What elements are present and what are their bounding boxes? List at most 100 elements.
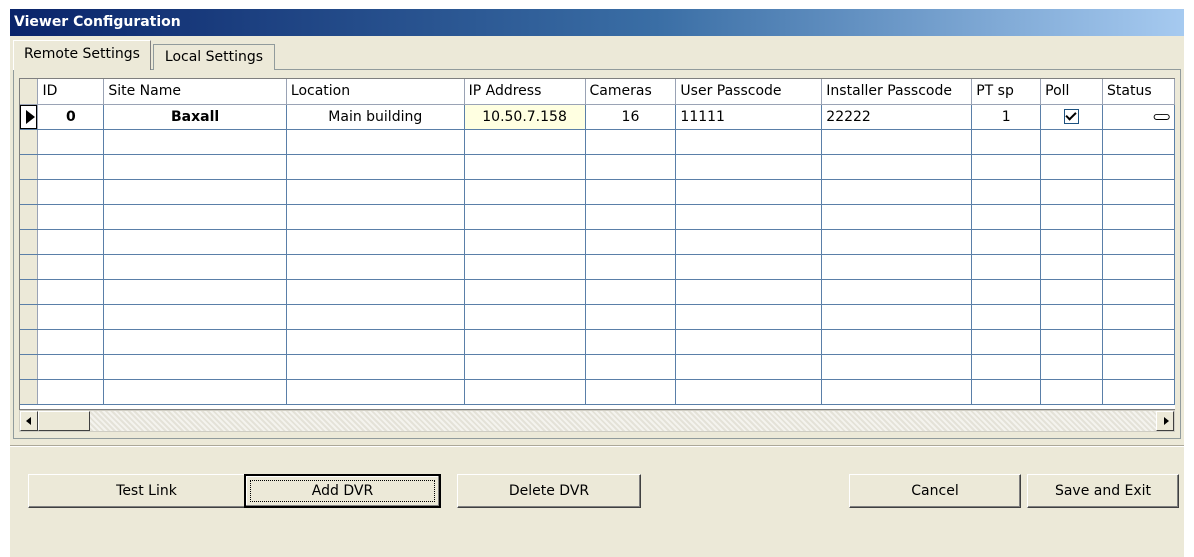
grid-cell[interactable] bbox=[971, 254, 1042, 280]
cell-user-passcode[interactable]: 11111 bbox=[675, 104, 823, 130]
table-row[interactable] bbox=[20, 329, 1175, 355]
cell-poll[interactable] bbox=[1040, 104, 1103, 130]
grid-cell[interactable] bbox=[821, 304, 973, 330]
grid-cell[interactable] bbox=[585, 379, 677, 405]
grid-cell[interactable] bbox=[1040, 129, 1103, 155]
cell-id[interactable]: 0 bbox=[37, 104, 105, 130]
grid-cell[interactable] bbox=[103, 329, 287, 355]
cell-site-name[interactable]: Baxall bbox=[103, 104, 287, 130]
scroll-thumb[interactable] bbox=[38, 411, 90, 431]
grid-cell[interactable] bbox=[971, 329, 1042, 355]
grid-cell[interactable] bbox=[821, 179, 973, 205]
grid-cell[interactable] bbox=[286, 254, 465, 280]
grid-cell[interactable] bbox=[585, 154, 677, 180]
row-selector[interactable] bbox=[20, 229, 39, 255]
table-row[interactable] bbox=[20, 204, 1175, 230]
row-selector[interactable] bbox=[20, 354, 39, 380]
grid-cell[interactable] bbox=[1040, 254, 1103, 280]
grid-cell[interactable] bbox=[286, 129, 465, 155]
table-row[interactable] bbox=[20, 304, 1175, 330]
grid-cell[interactable] bbox=[103, 379, 287, 405]
table-row[interactable] bbox=[20, 179, 1175, 205]
grid-cell[interactable] bbox=[675, 229, 823, 255]
grid-cell[interactable] bbox=[37, 204, 105, 230]
grid-cell[interactable] bbox=[464, 129, 586, 155]
header-poll[interactable]: Poll bbox=[1040, 79, 1103, 105]
grid-cell[interactable] bbox=[103, 129, 287, 155]
cell-ip-address[interactable]: 10.50.7.158 bbox=[464, 104, 586, 130]
cancel-button[interactable]: Cancel bbox=[849, 474, 1021, 508]
add-dvr-button[interactable]: Add DVR bbox=[244, 474, 441, 508]
grid-cell[interactable] bbox=[1040, 179, 1103, 205]
grid-cell[interactable] bbox=[464, 179, 586, 205]
grid-cell[interactable] bbox=[1040, 279, 1103, 305]
grid-cell[interactable] bbox=[37, 229, 105, 255]
grid-cell[interactable] bbox=[103, 304, 287, 330]
grid-cell[interactable] bbox=[675, 154, 823, 180]
grid-cell[interactable] bbox=[675, 179, 823, 205]
grid-cell[interactable] bbox=[103, 179, 287, 205]
grid-cell[interactable] bbox=[675, 304, 823, 330]
header-location[interactable]: Location bbox=[286, 79, 465, 105]
grid-cell[interactable] bbox=[821, 379, 973, 405]
row-selector[interactable] bbox=[20, 329, 39, 355]
header-id[interactable]: ID bbox=[37, 79, 105, 105]
grid-cell[interactable] bbox=[971, 304, 1042, 330]
grid-cell[interactable] bbox=[464, 204, 586, 230]
grid-cell[interactable] bbox=[464, 304, 586, 330]
header-status[interactable]: Status bbox=[1102, 79, 1175, 105]
grid-cell[interactable] bbox=[37, 179, 105, 205]
grid-cell[interactable] bbox=[1102, 379, 1175, 405]
header-user-passcode[interactable]: User Passcode bbox=[675, 79, 823, 105]
grid-cell[interactable] bbox=[585, 329, 677, 355]
grid-cell[interactable] bbox=[821, 354, 973, 380]
grid-cell[interactable] bbox=[675, 354, 823, 380]
row-selector[interactable] bbox=[20, 179, 39, 205]
row-selector[interactable] bbox=[20, 379, 39, 405]
grid-cell[interactable] bbox=[464, 354, 586, 380]
grid-cell[interactable] bbox=[103, 154, 287, 180]
row-selector[interactable] bbox=[20, 129, 39, 155]
grid-cell[interactable] bbox=[286, 304, 465, 330]
grid-cell[interactable] bbox=[1102, 329, 1175, 355]
grid-cell[interactable] bbox=[675, 204, 823, 230]
grid-cell[interactable] bbox=[37, 279, 105, 305]
grid-cell[interactable] bbox=[464, 279, 586, 305]
row-selector[interactable] bbox=[20, 204, 39, 230]
table-row[interactable] bbox=[20, 379, 1175, 405]
grid-cell[interactable] bbox=[1102, 229, 1175, 255]
grid-cell[interactable] bbox=[585, 354, 677, 380]
delete-dvr-button[interactable]: Delete DVR bbox=[457, 474, 641, 508]
table-row[interactable] bbox=[20, 229, 1175, 255]
cell-pt-sp[interactable]: 1 bbox=[971, 104, 1042, 130]
grid-cell[interactable] bbox=[971, 204, 1042, 230]
grid-cell[interactable] bbox=[821, 279, 973, 305]
grid-cell[interactable] bbox=[286, 154, 465, 180]
table-row[interactable] bbox=[20, 154, 1175, 180]
grid-cell[interactable] bbox=[821, 229, 973, 255]
grid-cell[interactable] bbox=[103, 354, 287, 380]
row-selector[interactable] bbox=[20, 104, 39, 130]
grid-cell[interactable] bbox=[464, 229, 586, 255]
grid-cell[interactable] bbox=[821, 129, 973, 155]
tab-remote-settings[interactable]: Remote Settings bbox=[13, 40, 151, 70]
tab-local-settings[interactable]: Local Settings bbox=[153, 44, 275, 70]
grid-cell[interactable] bbox=[1102, 204, 1175, 230]
grid-cell[interactable] bbox=[585, 129, 677, 155]
grid-cell[interactable] bbox=[1102, 354, 1175, 380]
grid-cell[interactable] bbox=[37, 379, 105, 405]
grid-cell[interactable] bbox=[1102, 129, 1175, 155]
grid-cell[interactable] bbox=[1102, 154, 1175, 180]
grid-cell[interactable] bbox=[821, 254, 973, 280]
grid-cell[interactable] bbox=[1040, 204, 1103, 230]
table-row[interactable] bbox=[20, 254, 1175, 280]
grid-cell[interactable] bbox=[464, 254, 586, 280]
grid-cell[interactable] bbox=[1040, 229, 1103, 255]
grid-cell[interactable] bbox=[286, 354, 465, 380]
grid-cell[interactable] bbox=[585, 304, 677, 330]
grid-cell[interactable] bbox=[821, 154, 973, 180]
cell-installer-passcode[interactable]: 22222 bbox=[821, 104, 973, 130]
grid-cell[interactable] bbox=[1040, 329, 1103, 355]
row-selector[interactable] bbox=[20, 304, 39, 330]
save-and-exit-button[interactable]: Save and Exit bbox=[1027, 474, 1179, 508]
